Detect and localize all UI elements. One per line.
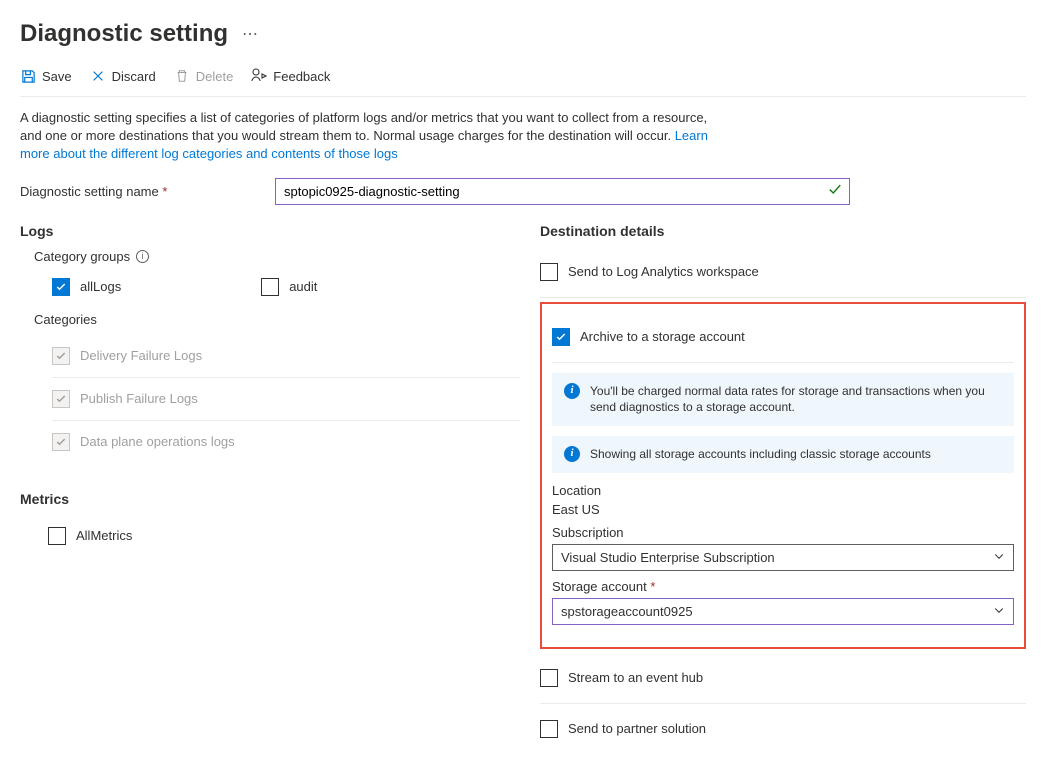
archive-highlight-box: Archive to a storage account i You'll be… bbox=[540, 302, 1026, 649]
delete-label: Delete bbox=[196, 69, 234, 84]
logs-section-title: Logs bbox=[20, 223, 520, 239]
location-label: Location bbox=[552, 483, 1014, 498]
description-text: A diagnostic setting specifies a list of… bbox=[20, 109, 730, 164]
categories-label: Categories bbox=[34, 312, 520, 327]
discard-label: Discard bbox=[112, 69, 156, 84]
alllogs-label: allLogs bbox=[80, 279, 121, 294]
send-la-label: Send to Log Analytics workspace bbox=[568, 264, 759, 279]
dataplane-ops-checkbox bbox=[52, 433, 70, 451]
more-actions-icon[interactable]: ⋯ bbox=[242, 24, 258, 44]
validation-check-icon bbox=[828, 183, 842, 200]
archive-checkbox[interactable] bbox=[552, 328, 570, 346]
delete-icon bbox=[174, 68, 190, 84]
publish-failure-label: Publish Failure Logs bbox=[80, 391, 198, 406]
info-panel-charges: i You'll be charged normal data rates fo… bbox=[552, 373, 1014, 427]
metrics-section-title: Metrics bbox=[20, 491, 520, 507]
send-la-checkbox[interactable] bbox=[540, 263, 558, 281]
audit-checkbox[interactable] bbox=[261, 278, 279, 296]
partner-solution-checkbox[interactable] bbox=[540, 720, 558, 738]
subscription-label: Subscription bbox=[552, 525, 1014, 540]
audit-label: audit bbox=[289, 279, 317, 294]
storage-account-select[interactable]: spstorageaccount0925 bbox=[552, 598, 1014, 625]
save-icon bbox=[20, 68, 36, 84]
archive-label: Archive to a storage account bbox=[580, 329, 745, 344]
partner-solution-label: Send to partner solution bbox=[568, 721, 706, 736]
info-icon: i bbox=[564, 446, 580, 462]
save-button[interactable]: Save bbox=[20, 68, 72, 84]
publish-failure-checkbox bbox=[52, 390, 70, 408]
toolbar: Save Discard Delete Feedback bbox=[20, 68, 1026, 97]
discard-button[interactable]: Discard bbox=[90, 68, 156, 84]
info-panel-storage-accounts: i Showing all storage accounts including… bbox=[552, 436, 1014, 473]
allmetrics-checkbox[interactable] bbox=[48, 527, 66, 545]
location-value: East US bbox=[552, 502, 1014, 517]
allmetrics-label: AllMetrics bbox=[76, 528, 132, 543]
subscription-select[interactable]: Visual Studio Enterprise Subscription bbox=[552, 544, 1014, 571]
stream-eventhub-label: Stream to an event hub bbox=[568, 670, 703, 685]
page-title: Diagnostic setting bbox=[20, 20, 228, 48]
feedback-label: Feedback bbox=[273, 69, 330, 84]
info-icon[interactable]: i bbox=[136, 250, 149, 263]
chevron-down-icon bbox=[993, 604, 1005, 619]
discard-icon bbox=[90, 68, 106, 84]
save-label: Save bbox=[42, 69, 72, 84]
destination-section-title: Destination details bbox=[540, 223, 1026, 239]
delivery-failure-label: Delivery Failure Logs bbox=[80, 348, 202, 363]
delivery-failure-checkbox bbox=[52, 347, 70, 365]
feedback-button[interactable]: Feedback bbox=[251, 68, 330, 84]
name-field-label: Diagnostic setting name * bbox=[20, 184, 275, 199]
alllogs-checkbox[interactable] bbox=[52, 278, 70, 296]
diagnostic-name-input[interactable] bbox=[275, 178, 850, 205]
dataplane-ops-label: Data plane operations logs bbox=[80, 434, 235, 449]
chevron-down-icon bbox=[993, 550, 1005, 565]
feedback-icon bbox=[251, 68, 267, 84]
info-icon: i bbox=[564, 383, 580, 399]
stream-eventhub-checkbox[interactable] bbox=[540, 669, 558, 687]
category-groups-label: Category groups i bbox=[34, 249, 520, 264]
storage-account-label: Storage account * bbox=[552, 579, 1014, 594]
delete-button: Delete bbox=[174, 68, 234, 84]
